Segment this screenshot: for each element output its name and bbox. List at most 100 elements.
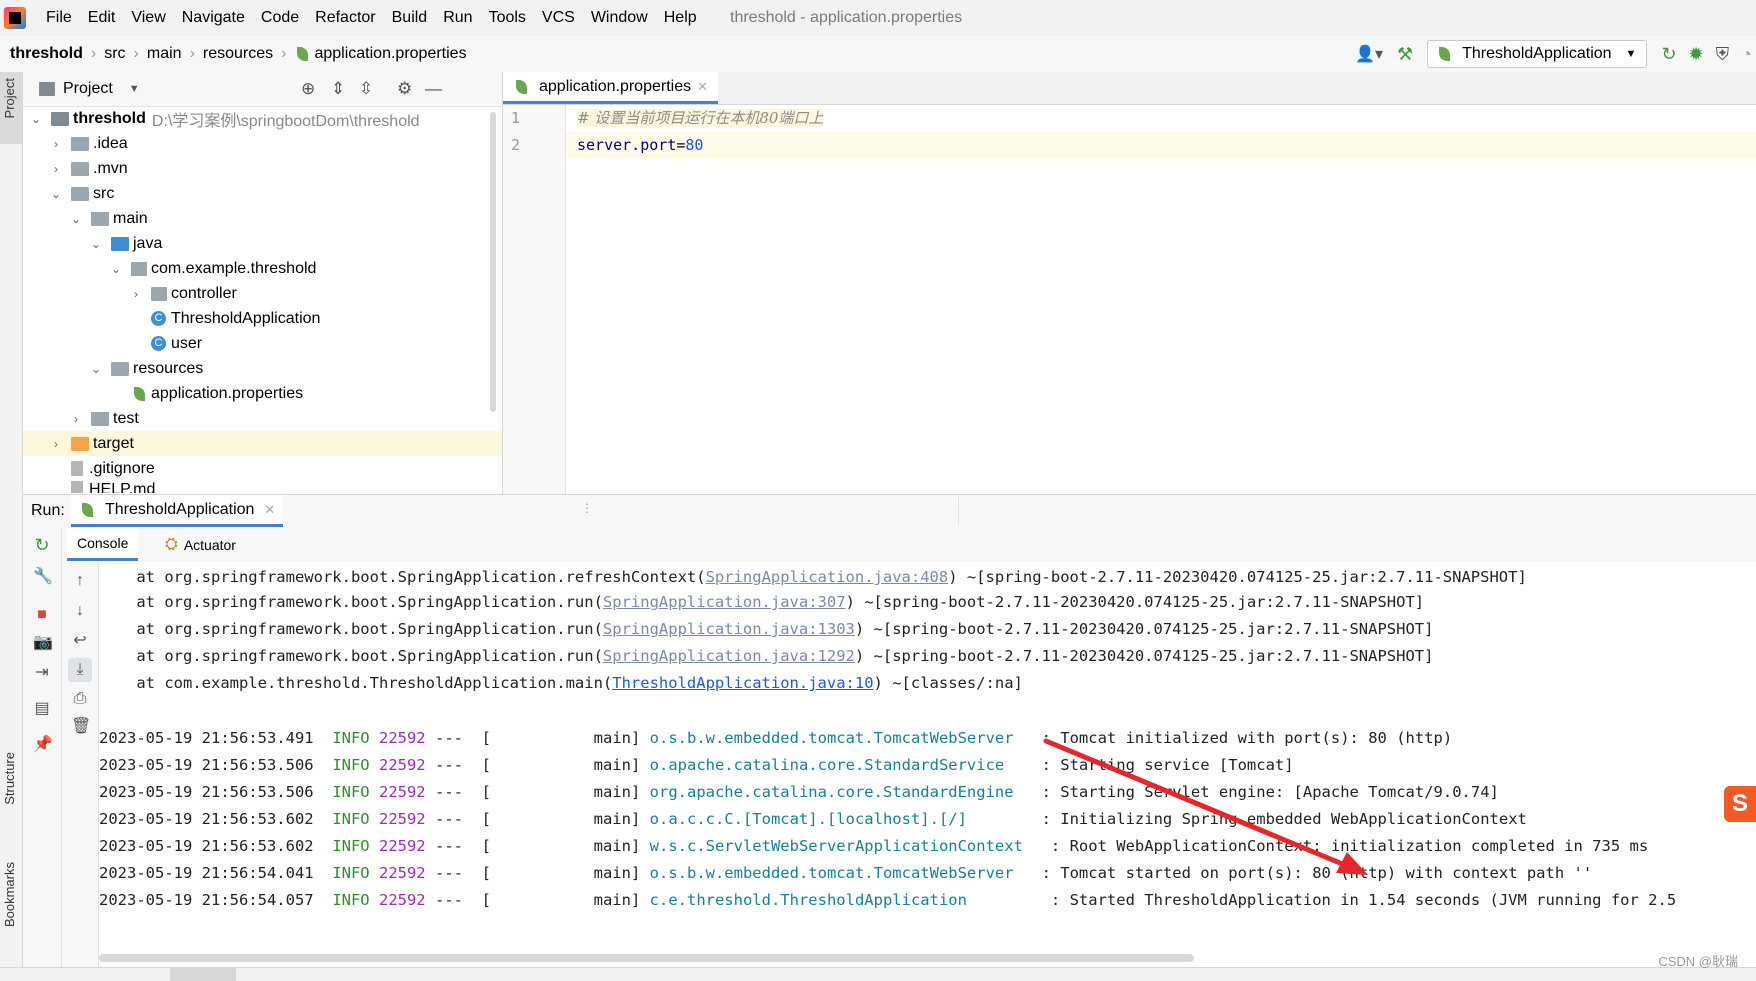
arrow-down-icon[interactable]: ↓ — [71, 602, 89, 620]
console-output[interactable]: at org.springframework.boot.SpringApplic… — [99, 562, 1756, 968]
file-icon — [71, 481, 83, 493]
log-message: : Starting Servlet engine: [Apache Tomca… — [1022, 783, 1499, 801]
scroll-to-end-icon[interactable]: ⤓ — [68, 658, 92, 682]
menu-build[interactable]: Build — [384, 9, 436, 27]
menu-refactor[interactable]: Refactor — [307, 9, 383, 27]
horizontal-scrollbar[interactable] — [99, 954, 1194, 962]
tree-item-application-properties[interactable]: application.properties — [23, 381, 502, 406]
rerun-icon[interactable]: ↻ — [33, 536, 51, 554]
tree-item-user[interactable]: C user — [23, 331, 502, 356]
tree-item-main[interactable]: ⌄ main — [23, 206, 502, 231]
log-thread: --- [ main] — [435, 756, 641, 774]
log-timestamp: 2023-05-19 21:56:53.602 — [99, 810, 314, 828]
breadcrumb-resources[interactable]: resources — [203, 45, 273, 63]
project-panel-header: Project ▼ ⊕ ⇕ ⇳ ⚙ — — [23, 72, 502, 107]
breadcrumb-project[interactable]: threshold — [10, 45, 83, 63]
project-panel-title[interactable]: Project — [63, 80, 113, 98]
pin-icon[interactable]: 📌 — [33, 736, 53, 754]
menu-code[interactable]: Code — [253, 9, 307, 27]
actuator-icon: ⛭ — [165, 535, 178, 553]
collapse-all-icon[interactable]: ⇳ — [359, 79, 373, 99]
menu-help[interactable]: Help — [656, 9, 705, 27]
breadcrumb-src[interactable]: src — [104, 45, 125, 63]
source-link[interactable]: SpringApplication.java:1292 — [603, 647, 855, 665]
gear-icon[interactable]: ⚙ — [397, 79, 412, 99]
hide-panel-icon[interactable]: — — [425, 79, 442, 99]
print-icon[interactable]: ⎙ — [71, 690, 89, 708]
log-logger: o.s.b.w.embedded.tomcat.TomcatWebServer — [649, 729, 1023, 747]
tree-item-package[interactable]: ⌄ com.example.threshold — [23, 256, 502, 281]
arrow-up-icon[interactable]: ↑ — [71, 572, 89, 590]
tree-item-threshold-application[interactable]: C ThresholdApplication — [23, 306, 502, 331]
log-logger: w.s.c.ServletWebServerApplicationContext — [649, 837, 1033, 855]
soft-wrap-icon[interactable]: ↩ — [71, 632, 89, 650]
tree-item-controller[interactable]: › controller — [23, 281, 502, 306]
tab-console[interactable]: Console — [67, 528, 139, 561]
wrench-icon[interactable]: 🔧 — [33, 568, 53, 586]
tree-item-mvn[interactable]: › .mvn — [23, 156, 502, 181]
editor-tab-application-properties[interactable]: application.properties ✕ — [503, 72, 718, 104]
run-tab-threshold-application[interactable]: ThresholdApplication ✕ — [71, 495, 284, 527]
menu-view[interactable]: View — [123, 9, 173, 27]
menu-file[interactable]: File — [38, 9, 80, 27]
tree-item-test[interactable]: › test — [23, 406, 502, 431]
source-link[interactable]: SpringApplication.java:307 — [603, 593, 846, 611]
camera-icon[interactable]: 📷 — [33, 634, 53, 652]
input-method-icon[interactable]: S — [1724, 786, 1756, 822]
log-message: : Root WebApplicationContext: initializa… — [1032, 837, 1649, 855]
expand-all-icon[interactable]: ⇕ — [331, 79, 345, 99]
locate-file-icon[interactable]: ⊕ — [301, 79, 315, 99]
close-icon[interactable]: ✕ — [264, 502, 275, 518]
debug-icon[interactable]: ✹ — [1689, 44, 1704, 65]
rerun-icon[interactable]: ↻ — [1661, 44, 1676, 65]
menu-vcs[interactable]: VCS — [534, 9, 583, 27]
breadcrumb-main[interactable]: main — [147, 45, 182, 63]
tree-item-root[interactable]: ⌄ threshold D:\学习案例\springbootDom\thresh… — [23, 106, 502, 131]
tree-item-resources[interactable]: ⌄ resources — [23, 356, 502, 381]
tab-actuator[interactable]: ⛭ Actuator — [155, 528, 246, 561]
project-tool-tab[interactable]: Project — [2, 78, 17, 118]
tree-item-java[interactable]: ⌄ java — [23, 231, 502, 256]
layout-icon[interactable]: ▤ — [33, 700, 51, 718]
tree-item-idea[interactable]: › .idea — [23, 131, 502, 156]
menu-run[interactable]: Run — [435, 9, 480, 27]
source-link[interactable]: ThresholdApplication.java:10 — [612, 674, 873, 692]
structure-tool-tab[interactable]: Structure — [2, 752, 17, 805]
tree-item-label: com.example.threshold — [151, 259, 317, 277]
spring-class-icon: C — [151, 311, 166, 326]
stop-icon[interactable]: ■ — [33, 606, 51, 624]
more-options-icon[interactable]: ⋮ — [581, 501, 593, 515]
bookmarks-tool-tab[interactable]: Bookmarks — [2, 862, 17, 927]
vertical-scrollbar[interactable] — [490, 112, 496, 412]
chevron-down-icon[interactable]: ▼ — [129, 83, 140, 95]
run-tool-button-active[interactable] — [170, 968, 236, 981]
watermark: CSDN @耿瑞 — [1658, 954, 1738, 969]
profile-icon[interactable]: ◔ — [1741, 44, 1752, 65]
menu-navigate[interactable]: Navigate — [174, 9, 253, 27]
log-pid: 22592 — [378, 729, 426, 747]
log-level: INFO — [332, 837, 370, 855]
menu-window[interactable]: Window — [583, 9, 656, 27]
file-icon — [71, 461, 83, 476]
coverage-icon[interactable]: ⛨ — [1716, 44, 1730, 65]
menu-tools[interactable]: Tools — [481, 9, 534, 27]
close-icon[interactable]: ✕ — [697, 79, 708, 95]
log-message: : Initializing Spring embedded WebApplic… — [1022, 810, 1527, 828]
trash-icon[interactable]: 🗑 — [71, 718, 91, 736]
run-configuration-select[interactable]: ThresholdApplication ▼ — [1427, 40, 1648, 68]
source-link[interactable]: SpringApplication.java:1303 — [603, 620, 855, 638]
menu-edit[interactable]: Edit — [80, 9, 124, 27]
line-number-gutter: 1 2 — [503, 105, 566, 494]
run-toolbar-secondary: ↑ ↓ ↩ ⤓ ⎙ 🗑 — [62, 562, 99, 968]
tree-item-help-md[interactable]: HELP.md — [23, 481, 502, 493]
code-content[interactable]: # 设置当前项目运行在本机80端口上 server.port=80 — [566, 105, 1756, 159]
breadcrumb-file[interactable]: application.properties — [314, 45, 466, 63]
tree-item-src[interactable]: ⌄ src — [23, 181, 502, 206]
tree-item-target[interactable]: › target — [23, 431, 502, 456]
build-hammer-icon[interactable]: ⚒ — [1397, 44, 1413, 65]
tree-item-gitignore[interactable]: .gitignore — [23, 456, 502, 481]
exit-icon[interactable]: ⇥ — [33, 664, 51, 682]
user-account-icon[interactable]: 👤▾ — [1355, 44, 1383, 64]
source-link[interactable]: SpringApplication.java:408 — [706, 568, 949, 586]
stack-text: at org.springframework.boot.SpringApplic… — [99, 568, 706, 586]
